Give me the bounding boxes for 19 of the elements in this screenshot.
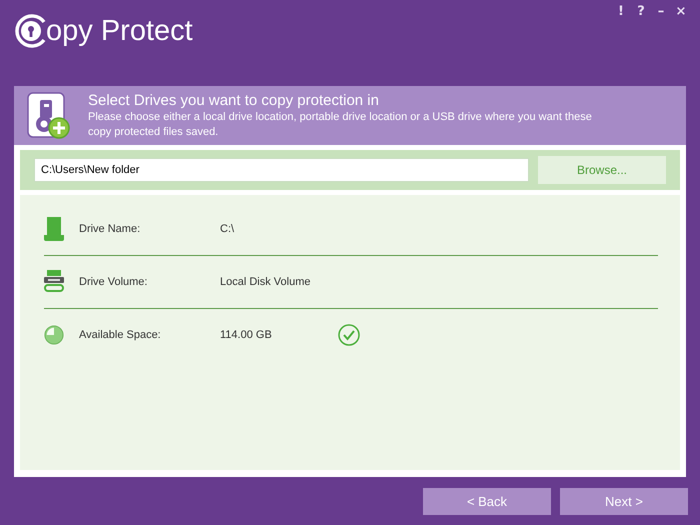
step-title: Select Drives you want to copy protection in [88,92,380,108]
app-title: opy Protect [46,14,193,48]
disk-volume-icon [44,270,64,294]
logo-icon [14,14,48,48]
path-field[interactable]: C:\Users\New folder [34,158,529,182]
pie-chart-icon [44,324,64,346]
step-description: Please choose either a local drive location, portable drive location or a USB drive where you want these copy protected files saved. [88,110,593,140]
drive-add-icon [26,90,72,140]
help-button[interactable]: ? [634,4,648,19]
field-value: 114.00 GB [220,329,273,341]
field-label: Drive Volume: [79,276,148,288]
field-value: C:\ [220,223,236,235]
minimize-button[interactable]: – [654,4,668,19]
info-button[interactable]: ! [614,4,628,19]
field-label: Available Space: [79,329,162,341]
drive-icon [44,217,64,241]
close-button[interactable]: × [674,4,688,19]
field-value: Local Disk Volume [220,276,312,288]
field-label: Drive Name: [79,223,142,235]
